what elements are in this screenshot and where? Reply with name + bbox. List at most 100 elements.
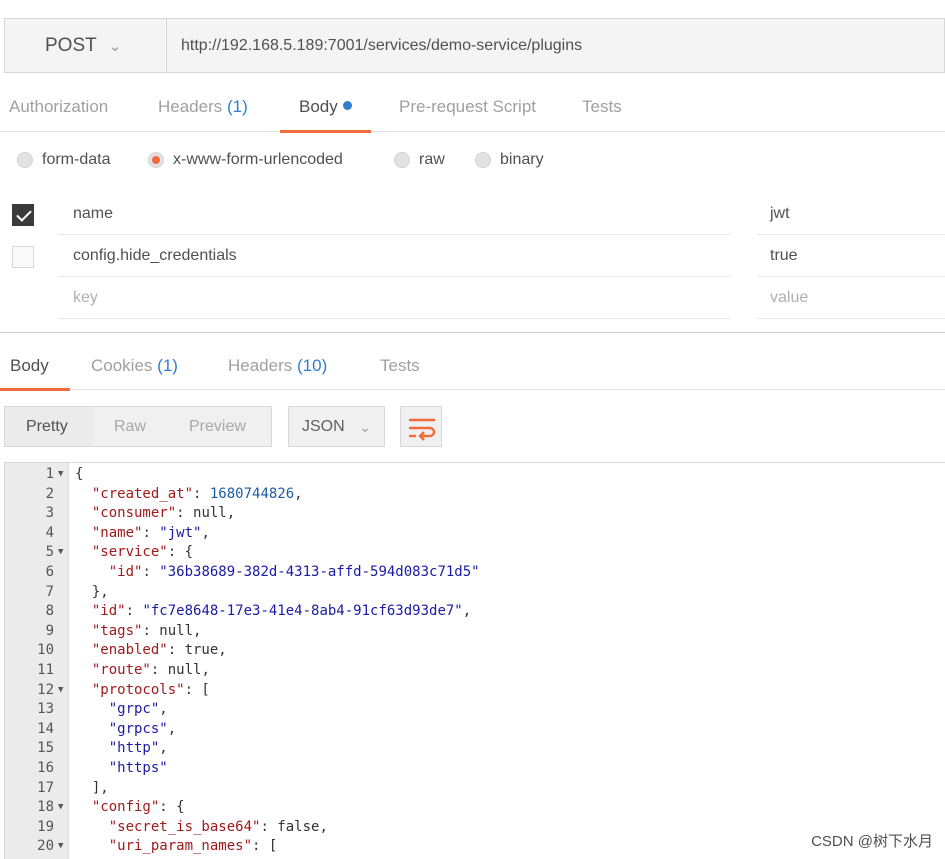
tab-prerequest-script[interactable]: Pre-request Script [399, 86, 536, 132]
line-number: 17 [37, 779, 54, 796]
tab-cookies-count: (1) [157, 356, 178, 375]
line-number: 10 [37, 642, 54, 659]
code-text: "grpcs", [108, 720, 177, 737]
line-number: 19 [37, 818, 54, 835]
fold-caret-icon[interactable]: ▼ [58, 543, 63, 563]
tab-response-body[interactable]: Body [0, 343, 70, 391]
radio-circle-icon [17, 152, 33, 168]
code-text: "protocols": [ [91, 681, 210, 698]
response-body-editor[interactable]: 1 ▼{2 "created_at": 1680744826, 3 "consume… [4, 462, 945, 859]
code-text: "id": "fc7e8648-17e3-41e4-8ab4-91cf63d93… [91, 603, 472, 620]
tab-authorization-label: Authorization [9, 97, 109, 116]
code-line: 20 ▼ "uri_param_names": [ [5, 837, 945, 857]
radio-binary[interactable]: binary [475, 140, 544, 180]
line-number: 3 [45, 505, 54, 522]
code-line: 14 "grpcs", [5, 720, 945, 740]
body-type-options: form-data x-www-form-urlencoded raw bina… [0, 140, 945, 180]
code-text: "http", [108, 740, 168, 757]
radio-urlencoded[interactable]: x-www-form-urlencoded [148, 140, 343, 180]
chevron-down-icon: ⌄ [108, 37, 122, 55]
code-line: 7 }, [5, 583, 945, 603]
param-value-input[interactable]: true [757, 236, 945, 277]
tab-response-tests[interactable]: Tests [380, 343, 420, 391]
line-number: 2 [45, 485, 54, 502]
code-line: 19 "secret_is_base64": false, [5, 818, 945, 838]
code-line: 12 ▼ "protocols": [ [5, 681, 945, 701]
param-row: config.hide_credentials true [0, 236, 945, 278]
param-checkbox[interactable] [12, 246, 34, 268]
params-table: name jwt config.hide_credentials true ke… [0, 194, 945, 320]
code-text: ], [75, 779, 109, 796]
tab-headers[interactable]: Headers (1) [158, 86, 248, 132]
code-text: "tags": null, [91, 622, 202, 639]
tab-response-headers-label: Headers [228, 356, 293, 375]
tab-body[interactable]: Body [280, 86, 371, 133]
wrap-lines-button[interactable] [400, 406, 442, 447]
radio-urlencoded-label: x-www-form-urlencoded [173, 151, 343, 168]
line-number: 12 [37, 681, 54, 698]
tab-authorization[interactable]: Authorization [9, 86, 108, 132]
fold-caret-icon[interactable]: ▼ [58, 465, 63, 485]
code-line: 1 ▼ { [5, 465, 945, 485]
response-tabs: Body Cookies (1) Headers (10) Tests [0, 332, 945, 391]
view-preview-button[interactable]: Preview [168, 407, 246, 446]
radio-circle-icon [475, 152, 491, 168]
modified-dot-icon [342, 101, 352, 110]
code-line: 4 "name": "jwt", [5, 524, 945, 544]
code-text: "created_at": 1680744826, [91, 485, 303, 502]
line-number: 15 [37, 740, 54, 757]
tab-cookies[interactable]: Cookies (1) [91, 343, 178, 391]
fold-caret-icon[interactable]: ▼ [58, 798, 63, 818]
code-line: 9 "tags": null, [5, 622, 945, 642]
chevron-down-icon: ⌄ [359, 419, 371, 435]
tab-response-headers[interactable]: Headers (10) [228, 343, 327, 391]
tab-tests[interactable]: Tests [582, 86, 622, 132]
tab-response-headers-count: (10) [297, 356, 328, 375]
fold-caret-icon[interactable]: ▼ [58, 681, 63, 701]
radio-raw[interactable]: raw [394, 140, 445, 180]
code-text: { [75, 466, 84, 482]
line-number: 8 [45, 603, 54, 620]
code-line: 5 ▼ "service": { [5, 543, 945, 563]
code-text: "service": { [91, 544, 194, 561]
param-key-input[interactable]: name [58, 194, 730, 235]
code-line: 2 "created_at": 1680744826, [5, 485, 945, 505]
param-key-placeholder[interactable]: key [58, 278, 730, 319]
radio-binary-label: binary [500, 151, 544, 168]
code-text: "name": "jwt", [91, 524, 210, 541]
radio-circle-icon [394, 152, 410, 168]
code-line: 10 "enabled": true, [5, 641, 945, 661]
code-text: }, [75, 583, 109, 600]
code-line: 18 ▼ "config": { [5, 798, 945, 818]
code-text: "route": null, [91, 662, 210, 678]
radio-raw-label: raw [419, 151, 445, 168]
param-row: name jwt [0, 194, 945, 236]
param-checkbox-checked[interactable] [12, 204, 34, 226]
tab-tests-label: Tests [582, 97, 622, 116]
line-number: 13 [37, 701, 54, 718]
code-text: "grpc", [108, 701, 168, 718]
line-number: 7 [45, 583, 54, 600]
view-raw-button[interactable]: Raw [93, 407, 168, 446]
tab-headers-label: Headers [158, 97, 223, 116]
fold-caret-icon[interactable]: ▼ [58, 837, 63, 857]
request-tabs: Authorization Headers (1) Body Pre-reque… [0, 86, 945, 133]
radio-form-data[interactable]: form-data [17, 140, 110, 180]
watermark: CSDN @树下水月 [811, 833, 933, 850]
view-pretty-button[interactable]: Pretty [5, 407, 93, 446]
line-number: 11 [37, 662, 54, 678]
line-number: 16 [37, 760, 54, 776]
request-url-bar: POST ⌄ http://192.168.5.189:7001/service… [4, 18, 945, 73]
param-key-input[interactable]: config.hide_credentials [58, 236, 730, 277]
format-select[interactable]: JSON ⌄ [288, 406, 385, 447]
param-value-placeholder[interactable]: value [757, 278, 945, 319]
tab-response-body-label: Body [10, 356, 49, 375]
tab-headers-count: (1) [227, 97, 248, 116]
url-input[interactable]: http://192.168.5.189:7001/services/demo-… [167, 19, 944, 72]
format-label: JSON [302, 418, 345, 435]
param-value-input[interactable]: jwt [757, 194, 945, 235]
wrap-lines-icon [409, 418, 436, 441]
method-select[interactable]: POST ⌄ [5, 19, 167, 72]
view-mode-switch: Pretty Raw Preview [4, 406, 272, 447]
param-row-new: key value [0, 278, 945, 320]
